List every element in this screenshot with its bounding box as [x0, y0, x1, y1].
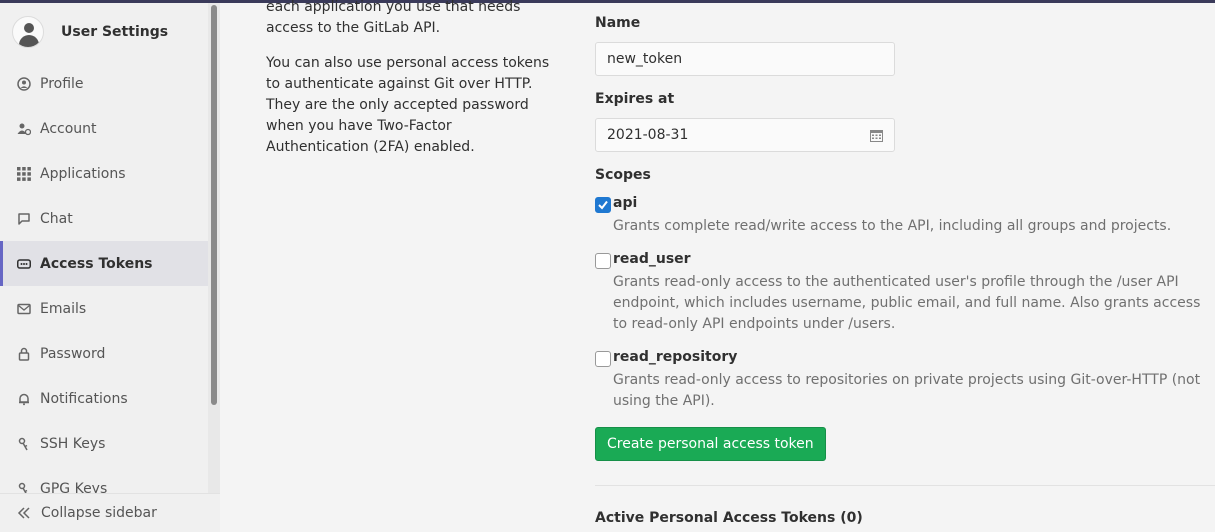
profile-icon	[17, 76, 31, 91]
scope-api-checkbox[interactable]	[595, 197, 611, 213]
scope-read-repository-checkbox[interactable]	[595, 351, 611, 367]
sidebar-item-emails[interactable]: Emails	[0, 286, 219, 331]
scope-description: Grants complete read/write access to the…	[613, 218, 1172, 234]
key-icon	[17, 437, 31, 451]
collapse-sidebar-button[interactable]: Collapse sidebar	[0, 493, 220, 532]
sidebar-item-label: Password	[40, 345, 106, 362]
avatar	[12, 16, 44, 48]
sidebar-item-label: Chat	[40, 210, 73, 227]
scope-name: read_repository	[613, 349, 738, 365]
scope-read-user-checkbox[interactable]	[595, 253, 611, 269]
collapse-label: Collapse sidebar	[41, 505, 157, 521]
sidebar-item-chat[interactable]: Chat	[0, 196, 219, 241]
sidebar-nav: Profile Account Applications Chat Access…	[0, 61, 219, 511]
sidebar-item-label: SSH Keys	[40, 435, 106, 452]
sidebar-item-label: Account	[40, 120, 97, 137]
name-label: Name	[595, 15, 641, 31]
access-tokens-description: each application you use that needs acce…	[266, 0, 556, 172]
sidebar-item-profile[interactable]: Profile	[0, 61, 219, 106]
expires-label: Expires at	[595, 91, 675, 107]
scope-description: Grants read-only access to repositories …	[613, 372, 1201, 409]
calendar-icon[interactable]	[870, 129, 883, 142]
sidebar-item-ssh-keys[interactable]: SSH Keys	[0, 421, 219, 466]
sidebar-item-applications[interactable]: Applications	[0, 151, 219, 196]
description-paragraph: each application you use that needs acce…	[266, 0, 521, 36]
main-content: each application you use that needs acce…	[221, 0, 1215, 532]
scopes-label: Scopes	[595, 167, 651, 183]
sidebar-item-label: Profile	[40, 75, 84, 92]
scope-description: Grants read-only access to the authentic…	[613, 274, 1201, 332]
sidebar-header[interactable]: User Settings	[0, 3, 219, 61]
double-chevron-left-icon	[17, 506, 31, 520]
token-name-value: new_token	[607, 51, 683, 67]
sidebar-item-label: Applications	[40, 165, 126, 182]
sidebar-item-access-tokens[interactable]: Access Tokens	[0, 241, 219, 286]
divider	[595, 485, 1215, 486]
sidebar-title: User Settings	[61, 24, 169, 40]
sidebar-item-password[interactable]: Password	[0, 331, 219, 376]
active-tokens-title: Active Personal Access Tokens (0)	[595, 510, 863, 526]
sidebar-scrollbar-thumb[interactable]	[211, 5, 217, 405]
token-icon	[17, 257, 31, 271]
chat-icon	[17, 212, 31, 226]
expires-at-value: 2021-08-31	[607, 127, 689, 143]
description-paragraph: You can also use personal access tokens …	[266, 55, 550, 155]
sidebar-item-label: Emails	[40, 300, 87, 317]
expires-at-input[interactable]: 2021-08-31	[595, 118, 895, 152]
sidebar-item-account[interactable]: Account	[0, 106, 219, 151]
lock-icon	[17, 347, 31, 361]
create-token-button[interactable]: Create personal access token	[595, 427, 826, 461]
account-icon	[17, 122, 31, 136]
sidebar-item-notifications[interactable]: Notifications	[0, 376, 219, 421]
scope-name: read_user	[613, 251, 691, 267]
sidebar-item-label: Notifications	[40, 390, 128, 407]
bell-icon	[17, 392, 31, 406]
scope-name: api	[613, 195, 638, 211]
applications-icon	[17, 166, 31, 181]
token-name-input[interactable]: new_token	[595, 42, 895, 76]
sidebar: User Settings Profile Account Applicatio…	[0, 3, 220, 532]
mail-icon	[17, 302, 31, 316]
sidebar-item-label: Access Tokens	[40, 255, 153, 272]
